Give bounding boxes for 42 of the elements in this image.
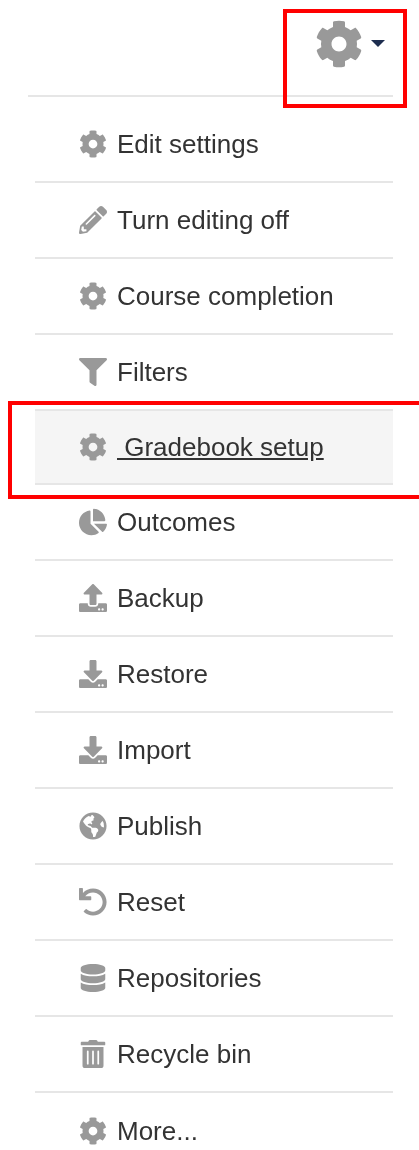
menu-item[interactable]: Turn editing off	[35, 183, 393, 259]
menu-item[interactable]: Restore	[35, 637, 393, 713]
menu-item[interactable]: More...	[35, 1093, 393, 1150]
download-icon	[77, 660, 109, 688]
menu-item[interactable]: Outcomes	[35, 485, 393, 561]
menu-item-label: Import	[117, 734, 191, 766]
menu-item-label: Recycle bin	[117, 1038, 252, 1070]
gear-icon	[77, 1117, 109, 1145]
menu-item-label: Repositories	[117, 962, 262, 994]
gear-icon	[77, 130, 109, 158]
menu-item[interactable]: Recycle bin	[35, 1017, 393, 1093]
pie-chart-icon	[77, 508, 109, 536]
menu-item-label: Outcomes	[117, 506, 236, 538]
menu-item[interactable]: Repositories	[35, 941, 393, 1017]
menu-item-label: Turn editing off	[117, 204, 289, 236]
filter-icon	[77, 358, 109, 386]
caret-icon	[371, 40, 385, 47]
menu-item[interactable]: Reset	[35, 865, 393, 941]
menu-item[interactable]: Edit settings	[35, 107, 393, 183]
circular-arrow-icon	[77, 888, 109, 916]
settings-icon	[315, 19, 363, 68]
gear-icon	[77, 282, 109, 310]
menu-item-label: Course completion	[117, 280, 334, 312]
menu-item[interactable]: Gradebook setup	[35, 409, 393, 485]
menu-item[interactable]: Backup	[35, 561, 393, 637]
menu-item-label: More...	[117, 1115, 198, 1147]
upload-icon	[77, 584, 109, 612]
menu-item-label: Publish	[117, 810, 203, 842]
menu-item-label: Backup	[117, 582, 204, 614]
menu-item-label: Edit settings	[117, 128, 259, 160]
menu-item-label: Gradebook setup	[123, 431, 324, 463]
download-icon	[77, 736, 109, 764]
gear-icon	[77, 433, 109, 461]
menu-item-label: Reset	[117, 886, 185, 918]
menu-item-label: Restore	[117, 658, 209, 690]
menu-item[interactable]: Course completion	[35, 259, 393, 335]
pencil-icon	[77, 206, 109, 234]
menu-item[interactable]: Publish	[35, 789, 393, 865]
settings-button[interactable]	[315, 19, 385, 68]
menu-item-label: Filters	[117, 356, 188, 388]
menu-item[interactable]: Import	[35, 713, 393, 789]
globe-icon	[77, 812, 109, 840]
